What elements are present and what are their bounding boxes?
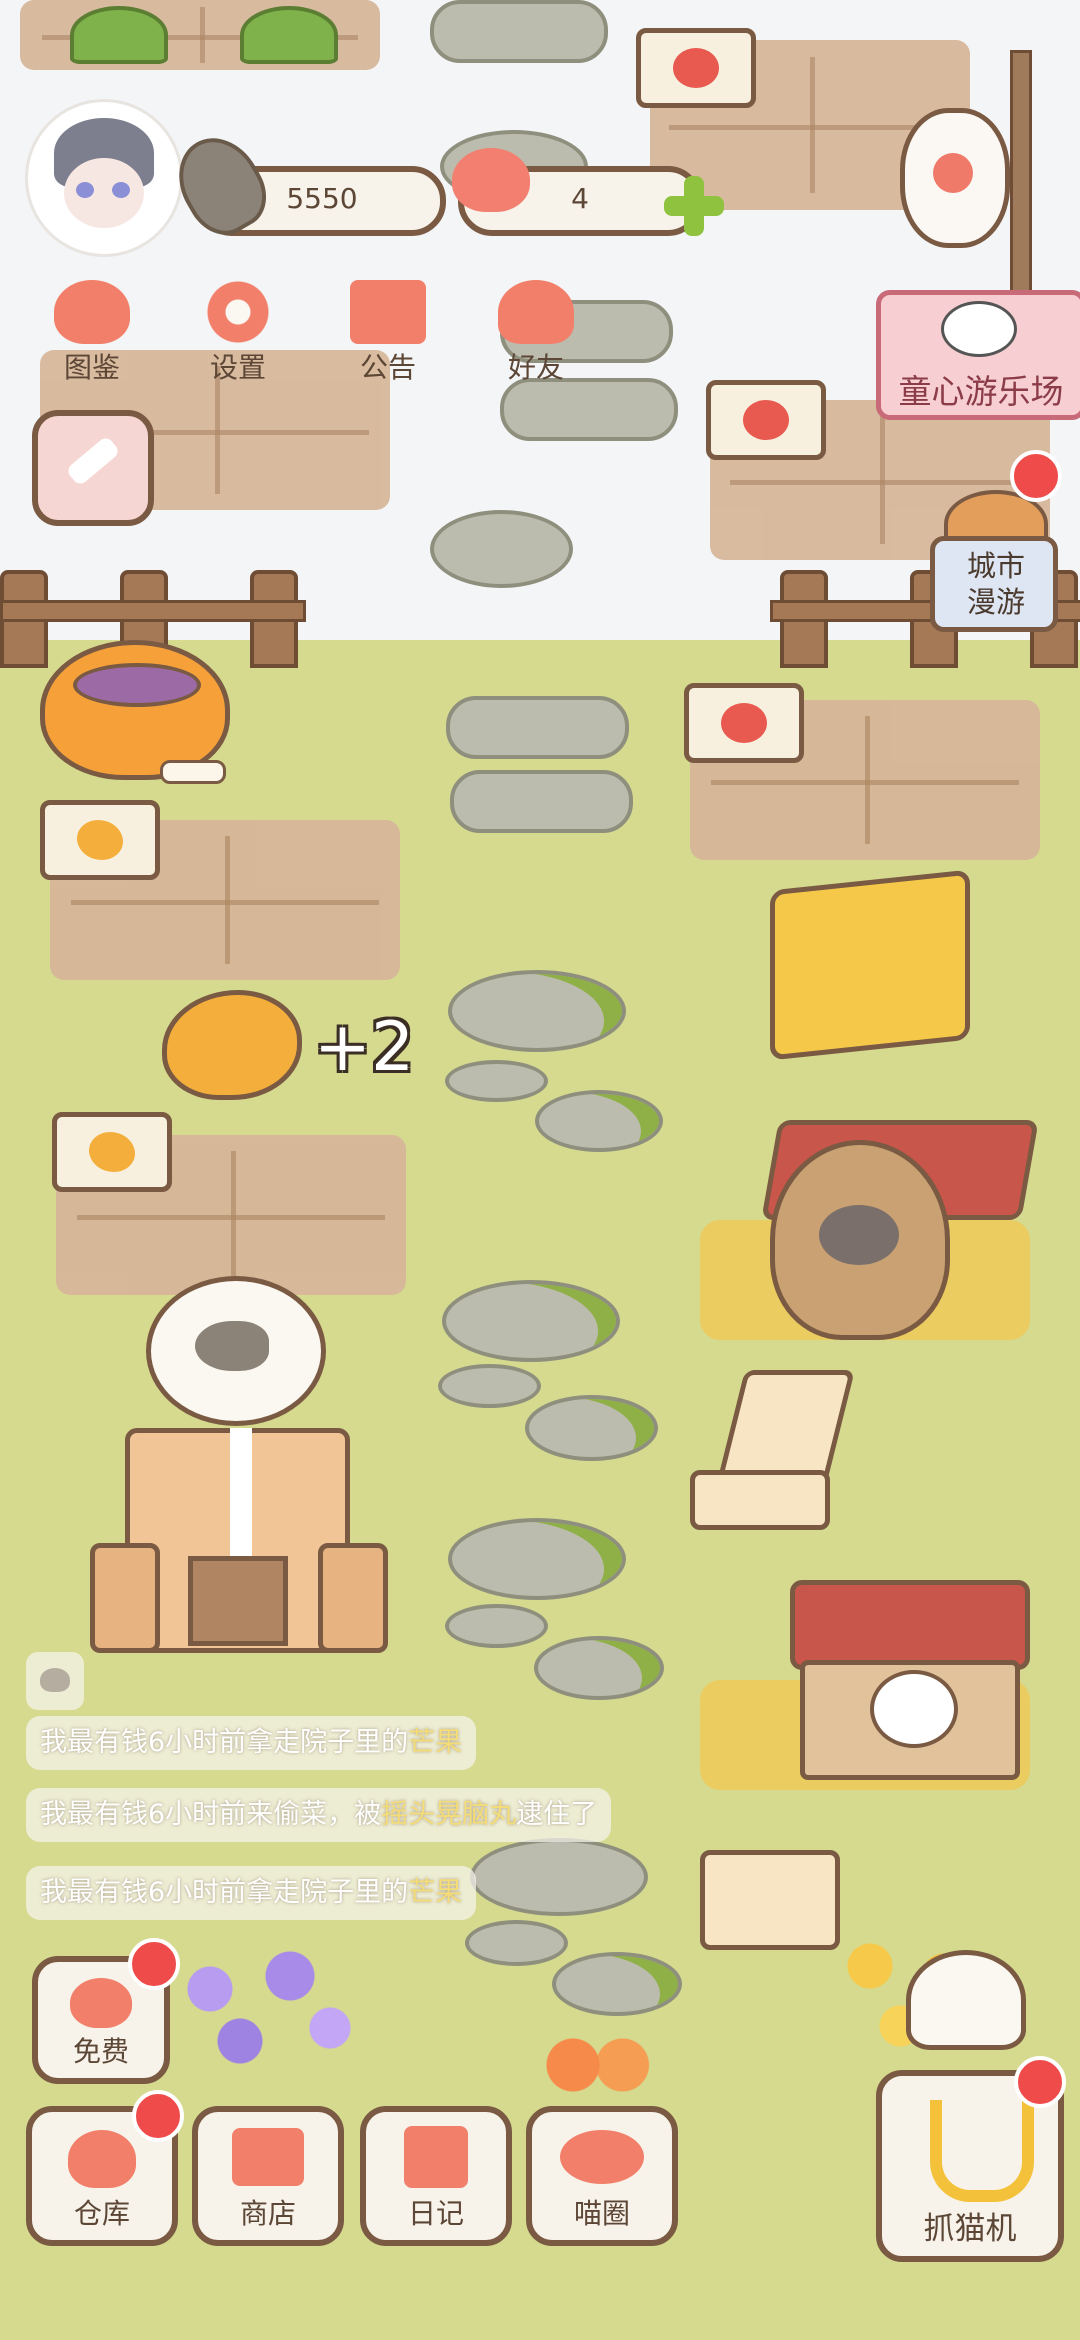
chicken-coop[interactable] bbox=[700, 1580, 1030, 1790]
heart-icon bbox=[452, 148, 530, 212]
top-menu-catalog[interactable]: 图鉴 bbox=[32, 280, 152, 390]
pug-dog[interactable] bbox=[770, 1140, 950, 1340]
notification-badge bbox=[1010, 450, 1062, 502]
cat-box[interactable] bbox=[90, 1428, 388, 1653]
cat-face-icon bbox=[54, 280, 130, 344]
sprout-icon bbox=[70, 6, 168, 64]
sprout-icon bbox=[240, 6, 338, 64]
notebook-icon bbox=[404, 2126, 468, 2188]
stepping-stone bbox=[445, 1060, 548, 1102]
fish-bubble[interactable] bbox=[146, 1276, 326, 1426]
orange-flowers bbox=[540, 2030, 650, 2100]
heart-icon bbox=[70, 1978, 132, 2028]
shop-button[interactable]: 商店 bbox=[192, 2106, 344, 2246]
city-tour-button[interactable]: 城市漫游 bbox=[930, 490, 1058, 632]
notification-badge bbox=[132, 2090, 184, 2142]
bowl-icon bbox=[68, 2130, 136, 2188]
deck-chair[interactable] bbox=[690, 1370, 855, 1540]
stepping-stone bbox=[430, 510, 573, 588]
cat-circle-button[interactable]: 喵圈 bbox=[526, 2106, 678, 2246]
mango-sign bbox=[52, 1112, 172, 1192]
notification-badge bbox=[128, 1938, 180, 1990]
top-menu-friends[interactable]: 好友 bbox=[476, 280, 596, 390]
player-avatar[interactable] bbox=[28, 102, 180, 254]
add-hearts-button[interactable] bbox=[664, 176, 724, 236]
activity-notice: 我最有钱6小时前来偷菜，被摇头晃脑丸逮住了 bbox=[26, 1788, 612, 1842]
stepping-stone bbox=[446, 696, 629, 759]
chicken[interactable] bbox=[870, 1670, 958, 1748]
lantern-pole bbox=[1010, 50, 1032, 296]
stepping-stone bbox=[525, 1395, 658, 1461]
gear-icon bbox=[200, 280, 276, 344]
stepping-stone bbox=[445, 1604, 548, 1648]
stepping-stone bbox=[448, 1518, 626, 1600]
activity-notice: 我最有钱6小时前拿走院子里的芒果 bbox=[26, 1716, 477, 1770]
friends-icon bbox=[498, 280, 574, 344]
activity-notice: 我最有钱6小时前拿走院子里的芒果 bbox=[26, 1866, 477, 1920]
storefront-icon bbox=[232, 2128, 304, 2186]
edit-button[interactable] bbox=[32, 410, 154, 526]
claw-icon bbox=[930, 2100, 1034, 2202]
tomato-sign bbox=[636, 28, 756, 108]
top-menu-announcement[interactable]: 公告 bbox=[328, 280, 448, 390]
paper-lantern[interactable] bbox=[900, 108, 1010, 248]
stepping-stone bbox=[552, 1952, 682, 2016]
notification-badge bbox=[1014, 2056, 1066, 2108]
chat-toggle-button[interactable] bbox=[26, 1652, 84, 1710]
tomato-sign bbox=[706, 380, 826, 460]
top-menu-settings[interactable]: 设置 bbox=[178, 280, 298, 390]
pumpkin-pot[interactable] bbox=[40, 640, 230, 780]
purple-flowers bbox=[170, 1950, 370, 2080]
dog-house[interactable] bbox=[700, 1120, 1039, 1340]
pencil-icon bbox=[65, 435, 121, 487]
cat-planet-icon bbox=[560, 2130, 644, 2184]
stepping-stone bbox=[450, 770, 633, 833]
diary-button[interactable]: 日记 bbox=[360, 2106, 512, 2246]
bone-icon bbox=[160, 760, 226, 784]
gift-icon bbox=[350, 280, 426, 344]
stepping-stone bbox=[465, 1920, 568, 1966]
panda-icon bbox=[941, 301, 1017, 357]
stepping-stone bbox=[535, 1090, 663, 1152]
stepping-stone bbox=[534, 1636, 664, 1700]
flower-signpost bbox=[700, 1850, 840, 1950]
mango-sign bbox=[40, 800, 160, 880]
hay-bale[interactable] bbox=[770, 869, 970, 1061]
fish-icon bbox=[195, 1321, 269, 1371]
stepping-stone bbox=[470, 1838, 648, 1916]
rice-ball-icon[interactable] bbox=[906, 1950, 1026, 2050]
stepping-stone bbox=[438, 1364, 541, 1408]
heart-outline-icon bbox=[40, 1668, 70, 1692]
harvest-popup: +2 bbox=[314, 1008, 415, 1087]
tomato-sign bbox=[684, 683, 804, 763]
amusement-park-sign[interactable]: 童心游乐场 bbox=[876, 290, 1080, 420]
stepping-stone bbox=[442, 1280, 620, 1362]
stepping-stone bbox=[448, 970, 626, 1052]
stepping-stone bbox=[430, 0, 608, 63]
